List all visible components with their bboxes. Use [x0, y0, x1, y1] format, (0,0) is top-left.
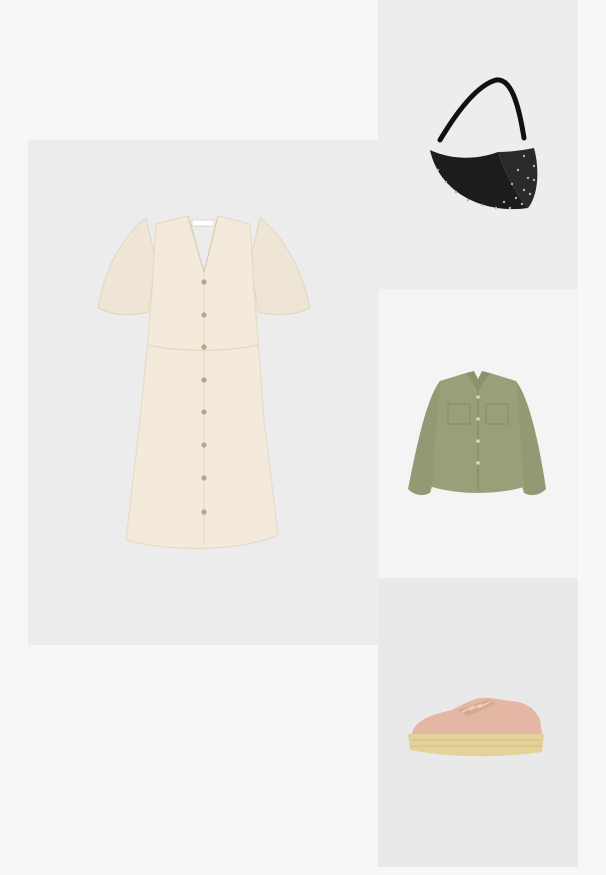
jacket-product-card[interactable]	[378, 289, 578, 578]
handbag-image	[430, 77, 538, 210]
sneaker-image	[408, 697, 544, 757]
handbag-product-card[interactable]	[378, 0, 578, 289]
outfit-collage: { "items": [ {"name": "dress", "color": …	[0, 0, 606, 875]
dress-product-card[interactable]	[28, 140, 378, 645]
dress-image	[97, 215, 311, 549]
jacket-image	[408, 371, 546, 496]
sneaker-product-card[interactable]	[378, 578, 578, 867]
